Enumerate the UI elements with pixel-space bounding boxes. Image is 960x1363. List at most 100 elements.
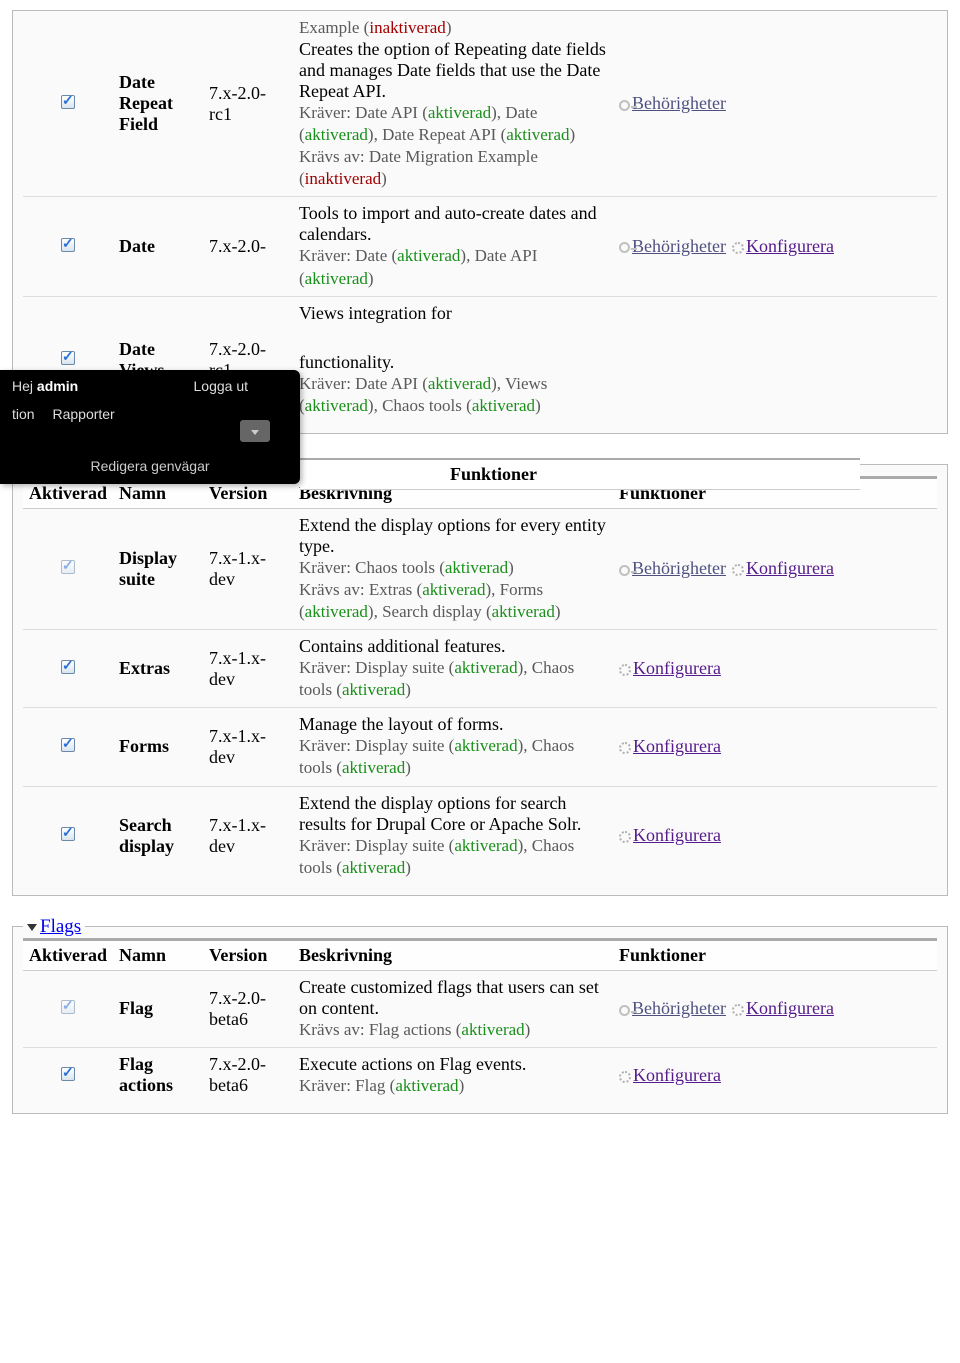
module-row: Flag actions 7.x-2.0-beta6 Execute actio… xyxy=(23,1047,937,1103)
permissions-icon xyxy=(619,565,630,576)
enable-checkbox[interactable] xyxy=(61,95,75,109)
module-description-suffix: functionality. xyxy=(299,352,607,373)
toolbar-toggle-icon[interactable] xyxy=(240,420,270,442)
dep-state: aktiverad xyxy=(305,396,368,415)
configure-link[interactable]: Konfigurera xyxy=(633,1065,721,1085)
dep-line: Kräver: Date API (aktiverad), Date (akti… xyxy=(299,102,607,146)
th-operations: Funktioner xyxy=(613,939,937,970)
permissions-link[interactable]: Behörigheter xyxy=(632,236,726,256)
table-header-row: Aktiverad Namn Version Beskrivning Funkt… xyxy=(23,939,937,970)
module-row: Flag 7.x-2.0-beta6 Create customized fla… xyxy=(23,970,937,1047)
dep-state: aktiverad xyxy=(428,103,491,122)
overlay-header-strip: Funktioner xyxy=(300,458,860,490)
module-description: Manage the layout of forms. xyxy=(299,714,607,735)
group-legend[interactable]: Flags xyxy=(23,916,85,938)
configure-icon xyxy=(732,242,744,254)
dep-state: aktiverad xyxy=(454,736,517,755)
module-name: Flag actions xyxy=(113,1047,203,1103)
module-version: 7.x-2.0- xyxy=(203,197,293,296)
enable-checkbox[interactable] xyxy=(61,1067,75,1081)
module-description: Extend the display options for every ent… xyxy=(299,515,607,557)
module-description: Create customized flags that users can s… xyxy=(299,977,607,1019)
module-version: 7.x-2.0-beta6 xyxy=(203,1047,293,1103)
dep-state: aktiverad xyxy=(422,580,485,599)
module-description: Contains additional features. xyxy=(299,636,607,657)
module-description: Views integration for xyxy=(299,303,607,324)
module-description: Tools to import and auto-create dates an… xyxy=(299,203,607,245)
module-ops: Konfigurera xyxy=(613,708,937,786)
admin-toolbar: Hej admin Logga ut tion Rapporter Redige… xyxy=(0,370,300,484)
dep-state: aktiverad xyxy=(461,1020,524,1039)
module-version: 7.x-1.x-dev xyxy=(203,630,293,708)
permissions-link[interactable]: Behörigheter xyxy=(632,998,726,1018)
dep-state: aktiverad xyxy=(342,680,405,699)
dep-state: aktiverad xyxy=(342,858,405,877)
dep-line: Krävs av: Flag actions (aktiverad) xyxy=(299,1019,607,1041)
module-row: Search display 7.x-1.x-dev Extend the di… xyxy=(23,786,937,885)
enable-checkbox[interactable] xyxy=(61,351,75,365)
dep-line: Kräver: Display suite (aktiverad), Chaos… xyxy=(299,735,607,779)
dep-state: aktiverad xyxy=(428,374,491,393)
dep-line: Kräver: Date API (aktiverad), Views (akt… xyxy=(299,373,607,417)
dep-state: inaktiverad xyxy=(305,169,381,188)
toolbar-nav-item[interactable]: Rapporter xyxy=(52,406,114,422)
configure-link[interactable]: Konfigurera xyxy=(746,558,834,578)
configure-link[interactable]: Konfigurera xyxy=(633,658,721,678)
module-version: 7.x-2.0-rc1 xyxy=(203,11,293,197)
enable-checkbox xyxy=(61,1000,75,1014)
enable-checkbox[interactable] xyxy=(61,827,75,841)
module-row: Date 7.x-2.0- Tools to import and auto-c… xyxy=(23,197,937,296)
permissions-link[interactable]: Behörigheter xyxy=(632,93,726,113)
dep-state: aktiverad xyxy=(506,125,569,144)
dep-state: aktiverad xyxy=(472,396,535,415)
module-version: 7.x-1.x-dev xyxy=(203,786,293,885)
group-title-link[interactable]: Flags xyxy=(40,916,81,937)
module-name: Display suite xyxy=(113,508,203,629)
configure-icon xyxy=(619,742,631,754)
configure-link[interactable]: Konfigurera xyxy=(746,998,834,1018)
modules-table: Aktiverad Namn Version Beskrivning Funkt… xyxy=(23,938,937,1103)
dep-line: Krävs av: Date Migration Example (inakti… xyxy=(299,146,607,190)
module-row: Extras 7.x-1.x-dev Contains additional f… xyxy=(23,630,937,708)
configure-icon xyxy=(619,1071,631,1083)
collapse-arrow-icon xyxy=(27,924,37,931)
configure-icon xyxy=(732,564,744,576)
dep-line: Kräver: Date (aktiverad), Date API (akti… xyxy=(299,245,607,289)
module-group: Display suite Aktiverad Namn Version Bes… xyxy=(12,454,948,896)
dep-line: Example (inaktiverad) xyxy=(299,17,607,39)
logout-link[interactable]: Logga ut xyxy=(194,378,249,394)
enable-checkbox[interactable] xyxy=(61,660,75,674)
module-row: Date Repeat Field 7.x-2.0-rc1 Example (i… xyxy=(23,11,937,197)
configure-link[interactable]: Konfigurera xyxy=(746,236,834,256)
enable-checkbox[interactable] xyxy=(61,238,75,252)
module-ops: Behörigheter xyxy=(613,11,937,197)
dep-state: aktiverad xyxy=(397,246,460,265)
toolbar-nav-item[interactable]: tion xyxy=(12,406,35,422)
permissions-icon xyxy=(619,100,630,111)
dep-state: aktiverad xyxy=(305,269,368,288)
dep-state: aktiverad xyxy=(342,758,405,777)
dep-state: aktiverad xyxy=(305,125,368,144)
configure-icon xyxy=(619,664,631,676)
dep-line: Kräver: Display suite (aktiverad), Chaos… xyxy=(299,835,607,879)
module-row: Forms 7.x-1.x-dev Manage the layout of f… xyxy=(23,708,937,786)
toolbar-greeting: Hej admin xyxy=(12,378,78,394)
configure-link[interactable]: Konfigurera xyxy=(633,825,721,845)
th-description: Beskrivning xyxy=(293,939,613,970)
enable-checkbox[interactable] xyxy=(61,738,75,752)
modules-table: Date Repeat Field 7.x-2.0-rc1 Example (i… xyxy=(23,11,937,423)
configure-icon xyxy=(619,831,631,843)
module-name: Extras xyxy=(113,630,203,708)
module-name: Forms xyxy=(113,708,203,786)
configure-link[interactable]: Konfigurera xyxy=(633,736,721,756)
module-name: Search display xyxy=(113,786,203,885)
module-version: 7.x-1.x-dev xyxy=(203,708,293,786)
module-description: Execute actions on Flag events. xyxy=(299,1054,607,1075)
dep-state: aktiverad xyxy=(445,558,508,577)
permissions-link[interactable]: Behörigheter xyxy=(632,558,726,578)
dep-line: Kräver: Display suite (aktiverad), Chaos… xyxy=(299,657,607,701)
module-ops: Behörigheter Konfigurera xyxy=(613,197,937,296)
module-name: Date Repeat Field xyxy=(113,11,203,197)
module-version: 7.x-1.x-dev xyxy=(203,508,293,629)
module-ops xyxy=(613,296,937,423)
